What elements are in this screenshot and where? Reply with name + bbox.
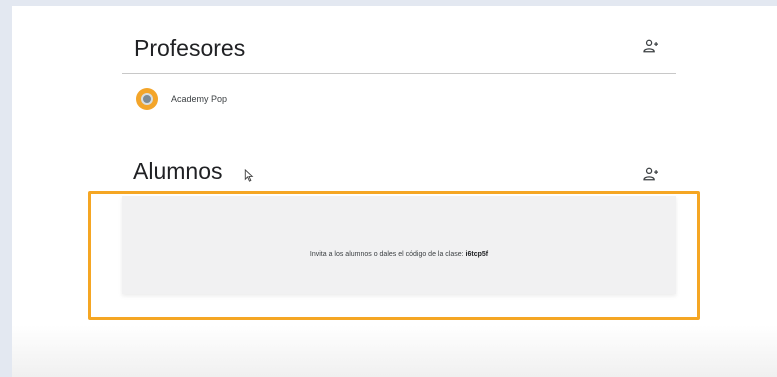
person-add-icon — [643, 167, 658, 181]
mouse-pointer-icon — [244, 169, 254, 182]
person-add-icon — [643, 39, 658, 53]
add-student-button[interactable] — [643, 167, 659, 181]
class-code[interactable]: i6tcp5f — [466, 251, 489, 258]
avatar-image — [141, 93, 153, 105]
invite-text: Invita a los alumnos o dales el código d… — [309, 251, 466, 258]
teachers-divider — [122, 73, 676, 74]
teacher-item[interactable]: Academy Pop — [136, 88, 227, 110]
invite-message: Invita a los alumnos o dales el código d… — [122, 251, 676, 258]
avatar — [136, 88, 158, 110]
invite-students-panel: Invita a los alumnos o dales el código d… — [122, 196, 676, 294]
teachers-heading: Profesores — [134, 35, 246, 61]
people-page: Profesores Academy Pop Alumnos Invita a … — [12, 6, 777, 377]
add-teacher-button[interactable] — [643, 39, 659, 53]
students-heading: Alumnos — [133, 158, 223, 184]
teacher-name: Academy Pop — [171, 94, 228, 104]
